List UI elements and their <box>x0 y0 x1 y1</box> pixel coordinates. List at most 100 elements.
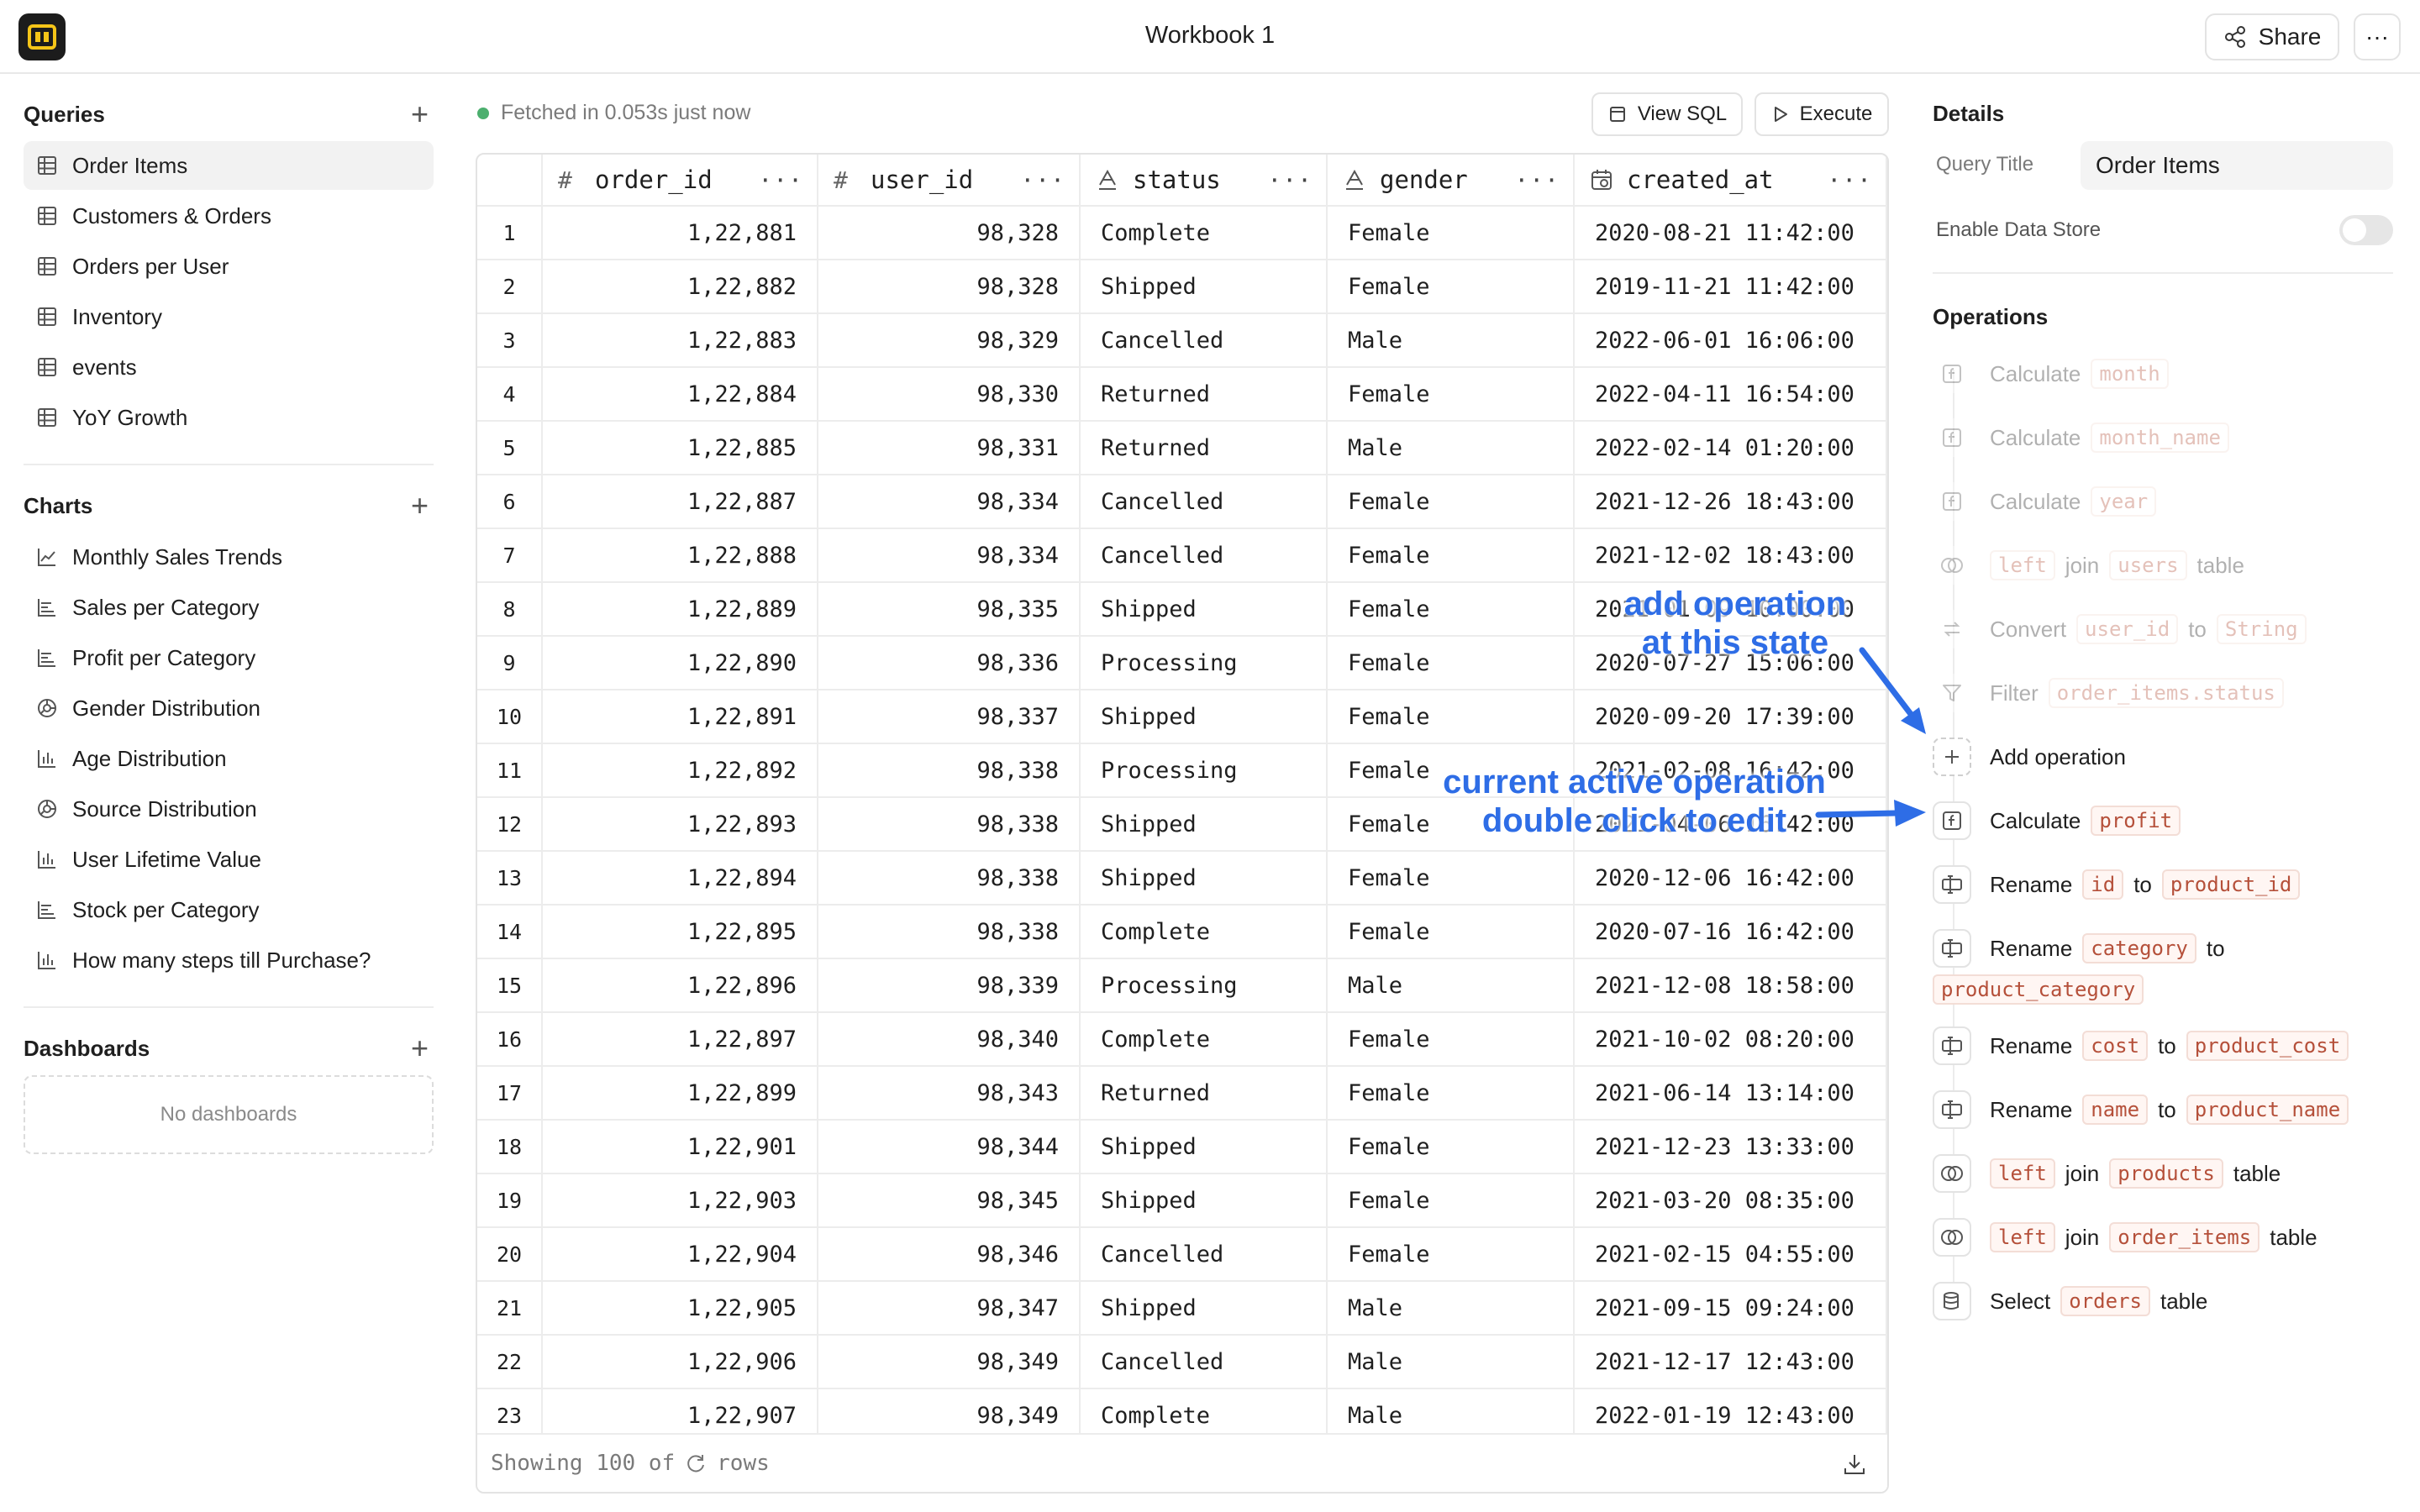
table-cell[interactable]: 1,22,883 <box>543 314 818 368</box>
table-cell[interactable]: Shipped <box>1081 260 1328 314</box>
chart-item[interactable]: Source Distribution <box>24 785 434 833</box>
table-cell[interactable]: 1,22,897 <box>543 1013 818 1067</box>
row-index[interactable]: 4 <box>477 368 543 422</box>
table-cell[interactable]: 2020-07-16 16:42:00 <box>1575 906 1887 959</box>
table-cell[interactable]: 98,328 <box>818 260 1081 314</box>
table-cell[interactable]: Complete <box>1081 207 1328 260</box>
row-index[interactable]: 8 <box>477 583 543 637</box>
table-cell[interactable]: Complete <box>1081 1013 1328 1067</box>
operation-item[interactable]: Calculate month <box>1933 354 2403 393</box>
chart-item[interactable]: Monthly Sales Trends <box>24 533 434 581</box>
table-cell[interactable]: Shipped <box>1081 1121 1328 1174</box>
table-cell[interactable]: 98,338 <box>818 744 1081 798</box>
row-index[interactable]: 7 <box>477 529 543 583</box>
table-cell[interactable]: 2021-12-26 18:43:00 <box>1575 475 1887 529</box>
query-title-input[interactable]: Order Items <box>2081 141 2393 190</box>
row-index[interactable]: 9 <box>477 637 543 690</box>
table-cell[interactable]: Female <box>1328 1174 1575 1228</box>
table-cell[interactable]: 98,328 <box>818 207 1081 260</box>
operation-item[interactable]: Convert user_id to String <box>1933 610 2403 648</box>
column-menu-icon[interactable]: ··· <box>1827 166 1872 194</box>
table-cell[interactable]: 98,346 <box>818 1228 1081 1282</box>
table-cell[interactable]: 1,22,887 <box>543 475 818 529</box>
table-cell[interactable]: Processing <box>1081 959 1328 1013</box>
view-sql-button[interactable]: View SQL <box>1591 92 1743 136</box>
query-item[interactable]: Order Items <box>24 141 434 190</box>
table-cell[interactable]: 1,22,895 <box>543 906 818 959</box>
table-cell[interactable]: 98,345 <box>818 1174 1081 1228</box>
column-menu-icon[interactable]: ··· <box>1267 166 1313 194</box>
share-button[interactable]: Share <box>2205 13 2339 60</box>
table-cell[interactable]: Shipped <box>1081 798 1328 852</box>
row-index[interactable]: 3 <box>477 314 543 368</box>
table-cell[interactable]: 98,335 <box>818 583 1081 637</box>
table-cell[interactable]: 98,343 <box>818 1067 1081 1121</box>
add-chart-icon[interactable]: + <box>411 491 429 521</box>
table-cell[interactable]: 2020-12-06 16:42:00 <box>1575 852 1887 906</box>
row-index[interactable]: 13 <box>477 852 543 906</box>
chart-item[interactable]: Stock per Category <box>24 885 434 934</box>
table-cell[interactable]: 1,22,881 <box>543 207 818 260</box>
column-menu-icon[interactable]: ··· <box>1020 166 1065 194</box>
column-header[interactable]: # order_id ··· <box>543 155 818 207</box>
table-cell[interactable]: 1,22,885 <box>543 422 818 475</box>
row-index[interactable]: 1 <box>477 207 543 260</box>
operation-item[interactable]: Rename category to product_category <box>1933 929 2286 1005</box>
table-cell[interactable]: 2021-12-23 13:33:00 <box>1575 1121 1887 1174</box>
table-cell[interactable]: Female <box>1328 1121 1575 1174</box>
row-index[interactable]: 10 <box>477 690 543 744</box>
table-cell[interactable]: Female <box>1328 1013 1575 1067</box>
download-icon[interactable] <box>1842 1452 1867 1477</box>
table-cell[interactable]: 98,330 <box>818 368 1081 422</box>
column-menu-icon[interactable]: ··· <box>758 166 803 194</box>
table-cell[interactable]: 2021-10-02 08:20:00 <box>1575 1013 1887 1067</box>
row-index[interactable]: 5 <box>477 422 543 475</box>
row-index[interactable]: 17 <box>477 1067 543 1121</box>
table-cell[interactable]: Female <box>1328 583 1575 637</box>
table-cell[interactable]: 2022-04-11 16:54:00 <box>1575 368 1887 422</box>
table-cell[interactable]: 98,334 <box>818 475 1081 529</box>
table-cell[interactable]: 2021-12-17 12:43:00 <box>1575 1336 1887 1389</box>
row-index[interactable]: 14 <box>477 906 543 959</box>
operation-item[interactable]: Rename name to product_name <box>1933 1090 2403 1129</box>
table-cell[interactable]: Cancelled <box>1081 529 1328 583</box>
table-cell[interactable]: Cancelled <box>1081 1336 1328 1389</box>
table-cell[interactable]: 1,22,889 <box>543 583 818 637</box>
operation-item[interactable]: Rename cost to product_cost <box>1933 1026 2403 1065</box>
table-cell[interactable]: 98,339 <box>818 959 1081 1013</box>
column-header[interactable]: status ··· <box>1081 155 1328 207</box>
table-cell[interactable]: 98,347 <box>818 1282 1081 1336</box>
table-cell[interactable]: Processing <box>1081 637 1328 690</box>
table-cell[interactable]: 98,340 <box>818 1013 1081 1067</box>
table-cell[interactable]: 1,22,905 <box>543 1282 818 1336</box>
row-index[interactable]: 11 <box>477 744 543 798</box>
table-cell[interactable]: Male <box>1328 422 1575 475</box>
table-cell[interactable]: 98,331 <box>818 422 1081 475</box>
operation-item[interactable]: Calculate profit <box>1933 801 2403 840</box>
table-cell[interactable]: 98,337 <box>818 690 1081 744</box>
table-cell[interactable]: 2020-08-21 11:42:00 <box>1575 207 1887 260</box>
table-cell[interactable]: 1,22,894 <box>543 852 818 906</box>
table-cell[interactable]: Processing <box>1081 744 1328 798</box>
table-cell[interactable]: Male <box>1328 1336 1575 1389</box>
row-index[interactable]: 22 <box>477 1336 543 1389</box>
chart-item[interactable]: Age Distribution <box>24 734 434 783</box>
table-cell[interactable]: Returned <box>1081 1067 1328 1121</box>
chart-item[interactable]: Profit per Category <box>24 633 434 682</box>
table-cell[interactable]: Shipped <box>1081 583 1328 637</box>
table-cell[interactable]: Female <box>1328 1067 1575 1121</box>
refresh-icon[interactable] <box>685 1452 707 1474</box>
table-cell[interactable]: Cancelled <box>1081 314 1328 368</box>
table-cell[interactable]: Female <box>1328 906 1575 959</box>
add-query-icon[interactable]: + <box>411 99 429 129</box>
row-index[interactable]: 12 <box>477 798 543 852</box>
row-index[interactable]: 2 <box>477 260 543 314</box>
operation-item[interactable]: Calculate year <box>1933 482 2403 521</box>
table-cell[interactable]: Female <box>1328 637 1575 690</box>
more-options-button[interactable]: ··· <box>2354 13 2401 60</box>
table-cell[interactable]: 2020-09-20 17:39:00 <box>1575 690 1887 744</box>
table-cell[interactable]: 2022-02-14 01:20:00 <box>1575 422 1887 475</box>
table-cell[interactable]: 98,349 <box>818 1336 1081 1389</box>
query-item[interactable]: Customers & Orders <box>24 192 434 240</box>
table-cell[interactable]: Returned <box>1081 368 1328 422</box>
